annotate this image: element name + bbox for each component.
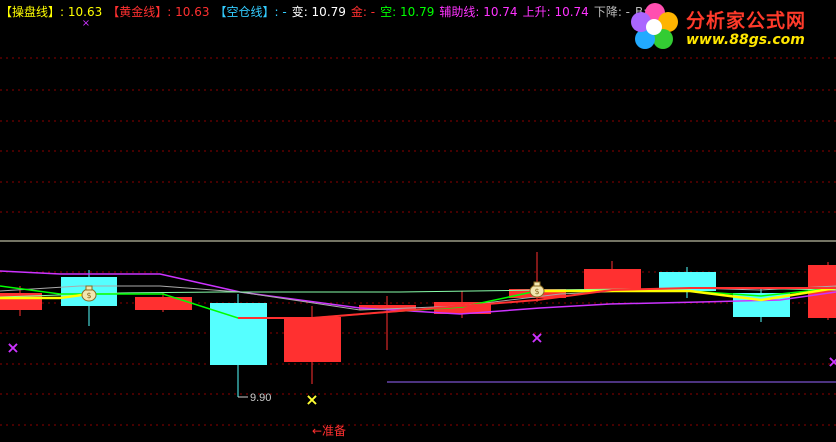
- grid-lines: [0, 57, 836, 426]
- signal-prepare-label: ←准备: [312, 424, 346, 438]
- signal-markers: × × × × × $ $: [6, 18, 836, 409]
- low-annotation: 9.90: [238, 392, 271, 404]
- candle-body: [284, 317, 341, 362]
- cross-marker-icon: ×: [530, 328, 543, 347]
- candle-body: [135, 297, 192, 310]
- svg-text:$: $: [534, 287, 539, 296]
- low-price-label: 9.90: [250, 392, 271, 404]
- candle-body: [584, 269, 641, 289]
- cross-marker-icon: ×: [6, 338, 19, 357]
- cross-marker-icon: ×: [305, 390, 318, 409]
- svg-text:$: $: [86, 291, 91, 300]
- money-bag-icon: $: [529, 281, 545, 298]
- cross-marker-icon: ×: [82, 18, 90, 29]
- cross-marker-icon: ×: [827, 352, 836, 371]
- candlestick-chart[interactable]: × × × × × $ $ 9.90 ←准备: [0, 0, 836, 442]
